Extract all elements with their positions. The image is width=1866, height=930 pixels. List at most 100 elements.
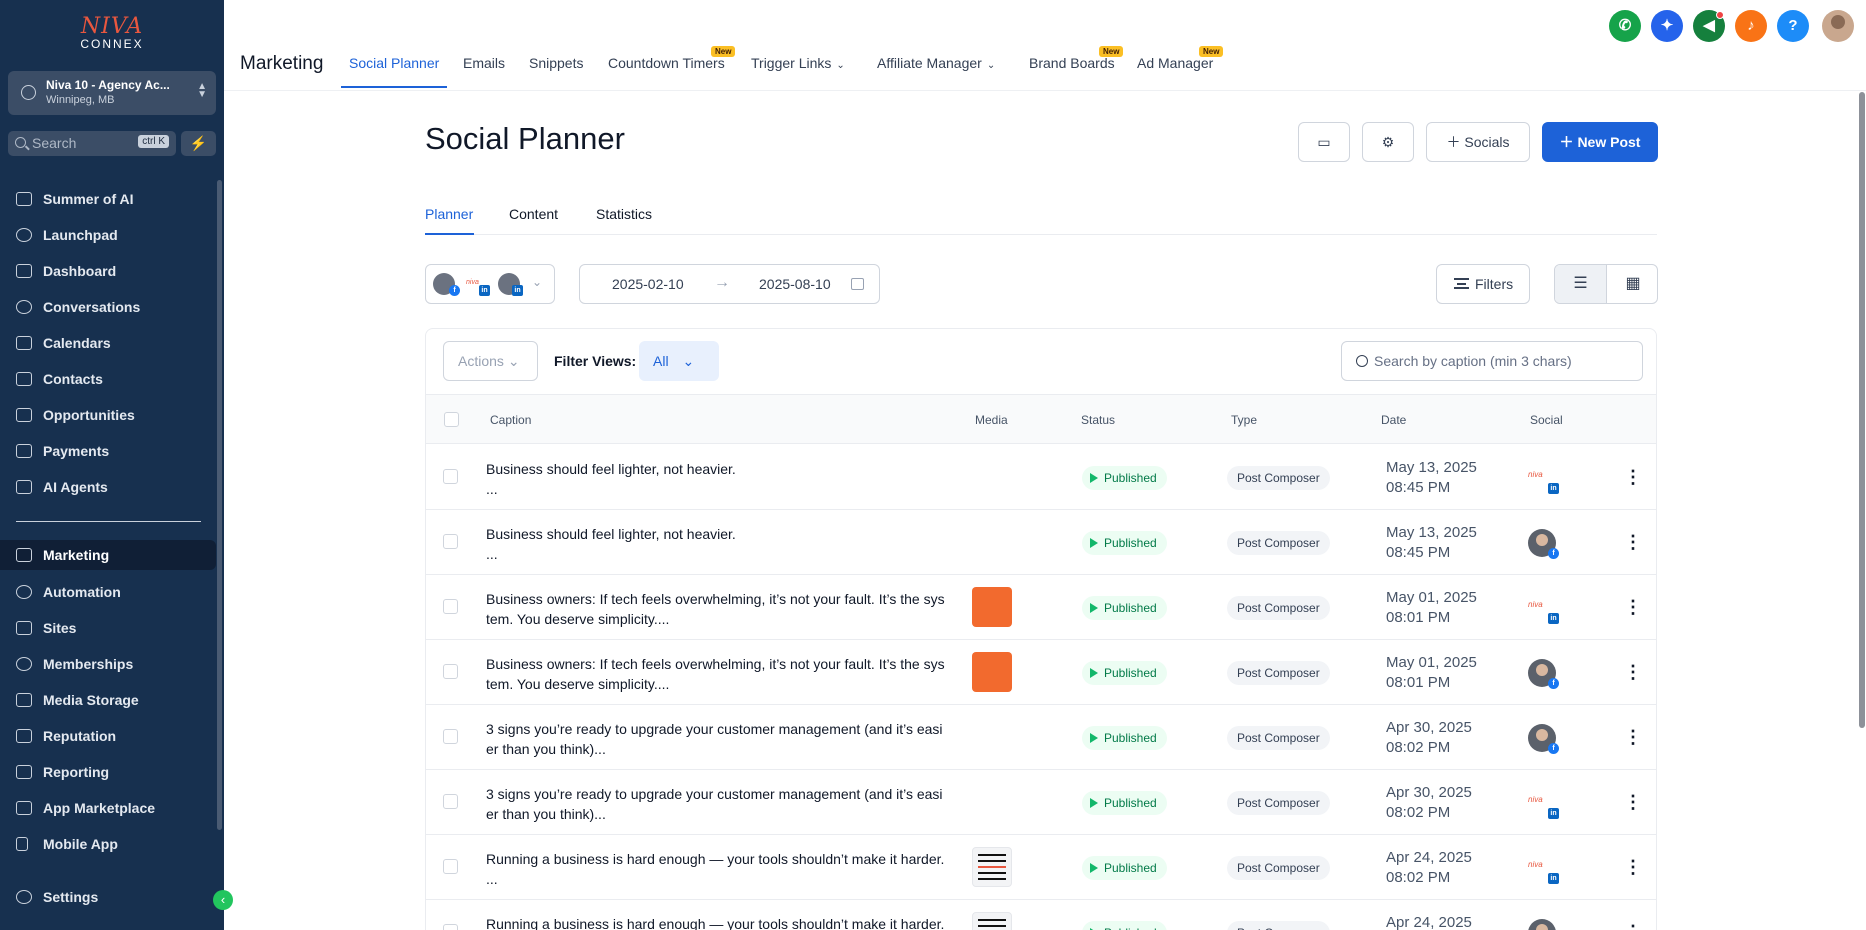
account-switcher[interactable]: Niva 10 - Agency Ac... Winnipeg, MB ▲ ▼ bbox=[8, 71, 216, 115]
row-menu-button[interactable]: ⋮ bbox=[1624, 660, 1642, 684]
media-thumbnail[interactable] bbox=[972, 652, 1012, 692]
tab-countdown-timers[interactable]: Countdown Timers bbox=[608, 55, 725, 71]
media-thumbnail[interactable] bbox=[972, 847, 1012, 887]
sidebar-item-media-storage[interactable]: Media Storage bbox=[0, 685, 216, 715]
tab-social-planner[interactable]: Social Planner bbox=[349, 55, 439, 71]
sidebar-item-reporting[interactable]: Reporting bbox=[0, 757, 216, 787]
sidebar-scrollbar[interactable] bbox=[217, 180, 222, 830]
sidebar-item-mobile-app[interactable]: Mobile App bbox=[0, 829, 216, 859]
table-row[interactable]: Business owners: If tech feels overwhelm… bbox=[426, 575, 1656, 640]
sidebar-item-calendars[interactable]: Calendars bbox=[0, 328, 216, 358]
filter-views-value: All bbox=[653, 353, 669, 369]
sidebar-item-opportunities[interactable]: Opportunities bbox=[0, 400, 216, 430]
tab-snippets[interactable]: Snippets bbox=[529, 55, 583, 71]
row-checkbox[interactable] bbox=[443, 859, 458, 874]
filters-label: Filters bbox=[1475, 276, 1514, 292]
account-picker[interactable]: f niva in in ⌄ bbox=[425, 264, 555, 304]
sidebar-item-memberships[interactable]: Memberships bbox=[0, 649, 216, 679]
sidebar-item-settings[interactable]: Settings bbox=[0, 882, 216, 912]
tab-brand-boards[interactable]: Brand Boards bbox=[1029, 55, 1115, 71]
sidebar-item-label: Payments bbox=[43, 443, 110, 459]
table-row[interactable]: Business should feel lighter, not heavie… bbox=[426, 510, 1656, 575]
row-menu-button[interactable]: ⋮ bbox=[1624, 790, 1642, 814]
sidebar-item-ai-agents[interactable]: AI Agents bbox=[0, 472, 216, 502]
phone-button[interactable]: ✆ bbox=[1609, 10, 1641, 42]
sidebar-item-marketing[interactable]: Marketing bbox=[0, 540, 216, 570]
collapse-sidebar-button[interactable]: ‹ bbox=[213, 890, 233, 910]
row-menu-button[interactable]: ⋮ bbox=[1624, 725, 1642, 749]
brand-mini-logo: niva bbox=[1528, 600, 1543, 609]
sidebar-item-conversations[interactable]: Conversations bbox=[0, 292, 216, 322]
quick-action-button[interactable]: ⚡ bbox=[181, 131, 216, 156]
ai-assist-button[interactable]: ✦ bbox=[1651, 10, 1683, 42]
sidebar-item-sites[interactable]: Sites bbox=[0, 613, 216, 643]
post-date: May 13, 2025 08:45 PM bbox=[1386, 523, 1477, 563]
help-button[interactable]: ? bbox=[1777, 10, 1809, 42]
feedback-button[interactable]: ▭ bbox=[1298, 122, 1350, 162]
sidebar-search[interactable]: Search ctrl K bbox=[8, 131, 176, 156]
tab-emails[interactable]: Emails bbox=[463, 55, 505, 71]
subtab-statistics[interactable]: Statistics bbox=[596, 206, 652, 222]
settings-button[interactable]: ⚙ bbox=[1362, 122, 1414, 162]
subtab-planner[interactable]: Planner bbox=[425, 206, 473, 222]
add-socials-button[interactable]: ＋ Socials bbox=[1426, 122, 1530, 162]
announcements-button[interactable]: ◀ bbox=[1693, 10, 1725, 42]
sidebar-item-automation[interactable]: Automation bbox=[0, 577, 216, 607]
tab-trigger-links[interactable]: Trigger Links ⌄ bbox=[751, 55, 845, 71]
brand-logo[interactable]: NIVA CONNEX bbox=[72, 14, 152, 58]
tab-affiliate-manager[interactable]: Affiliate Manager ⌄ bbox=[877, 55, 995, 71]
user-avatar[interactable] bbox=[1822, 10, 1854, 42]
row-checkbox[interactable] bbox=[443, 534, 458, 549]
sidebar-item-contacts[interactable]: Contacts bbox=[0, 364, 216, 394]
row-checkbox[interactable] bbox=[443, 729, 458, 744]
caption-line: 3 signs you’re ready to upgrade your cus… bbox=[486, 786, 943, 802]
table-row[interactable]: 3 signs you’re ready to upgrade your cus… bbox=[426, 770, 1656, 835]
row-menu-button[interactable]: ⋮ bbox=[1624, 920, 1642, 930]
date-from: 2025-02-10 bbox=[612, 276, 684, 292]
row-checkbox[interactable] bbox=[443, 794, 458, 809]
caption-search-input[interactable]: Search by caption (min 3 chars) bbox=[1341, 341, 1643, 381]
tab-label: Affiliate Manager bbox=[877, 55, 982, 71]
calendar-view-button[interactable]: ▦ bbox=[1607, 265, 1657, 303]
select-all-checkbox[interactable] bbox=[444, 412, 459, 427]
time-text: 08:45 PM bbox=[1386, 544, 1451, 561]
sidebar-item-summer-of-ai[interactable]: Summer of AI bbox=[0, 184, 216, 214]
table-row[interactable]: Business owners: If tech feels overwhelm… bbox=[426, 640, 1656, 705]
row-checkbox[interactable] bbox=[443, 924, 458, 930]
table-row[interactable]: 3 signs you’re ready to upgrade your cus… bbox=[426, 705, 1656, 770]
actions-dropdown[interactable]: Actions ⌄ bbox=[443, 341, 538, 381]
sidebar-item-reputation[interactable]: Reputation bbox=[0, 721, 216, 751]
date-range-picker[interactable]: 2025-02-10 → 2025-08-10 bbox=[579, 264, 880, 304]
row-menu-button[interactable]: ⋮ bbox=[1624, 530, 1642, 554]
row-menu-button[interactable]: ⋮ bbox=[1624, 465, 1642, 489]
page-scrollbar[interactable] bbox=[1859, 92, 1865, 728]
tab-ad-manager[interactable]: Ad Manager bbox=[1137, 55, 1213, 71]
media-thumbnail[interactable] bbox=[972, 587, 1012, 627]
sidebar-item-dashboard[interactable]: Dashboard bbox=[0, 256, 216, 286]
sidebar-item-label: Conversations bbox=[43, 299, 141, 315]
row-checkbox[interactable] bbox=[443, 469, 458, 484]
logo-mark: NIVA bbox=[80, 14, 144, 39]
post-caption: 3 signs you’re ready to upgrade your cus… bbox=[486, 719, 951, 759]
subtab-content[interactable]: Content bbox=[509, 206, 558, 222]
row-menu-button[interactable]: ⋮ bbox=[1624, 595, 1642, 619]
sidebar-item-launchpad[interactable]: Launchpad bbox=[0, 220, 216, 250]
sidebar-item-app-marketplace[interactable]: App Marketplace bbox=[0, 793, 216, 823]
sidebar-item-payments[interactable]: Payments bbox=[0, 436, 216, 466]
row-menu-button[interactable]: ⋮ bbox=[1624, 855, 1642, 879]
table-row[interactable]: Running a business is hard enough — your… bbox=[426, 835, 1656, 900]
row-checkbox[interactable] bbox=[443, 664, 458, 679]
payments-icon bbox=[16, 444, 32, 458]
filters-button[interactable]: Filters bbox=[1436, 264, 1530, 304]
section-title: Marketing bbox=[240, 53, 324, 74]
notifications-button[interactable]: ♪ bbox=[1735, 10, 1767, 42]
table-row[interactable]: Running a business is hard enough — your… bbox=[426, 900, 1656, 930]
media-thumbnail[interactable] bbox=[972, 912, 1012, 930]
social-account: niva in bbox=[1528, 464, 1559, 494]
table-row[interactable]: Business should feel lighter, not heavie… bbox=[426, 445, 1656, 510]
sidebar: NIVA CONNEX Niva 10 - Agency Ac... Winni… bbox=[0, 0, 233, 930]
new-post-button[interactable]: ＋ New Post bbox=[1542, 122, 1658, 162]
filter-views-select[interactable]: All ⌄ bbox=[639, 341, 719, 381]
row-checkbox[interactable] bbox=[443, 599, 458, 614]
list-view-button[interactable]: ☰ bbox=[1555, 265, 1607, 303]
